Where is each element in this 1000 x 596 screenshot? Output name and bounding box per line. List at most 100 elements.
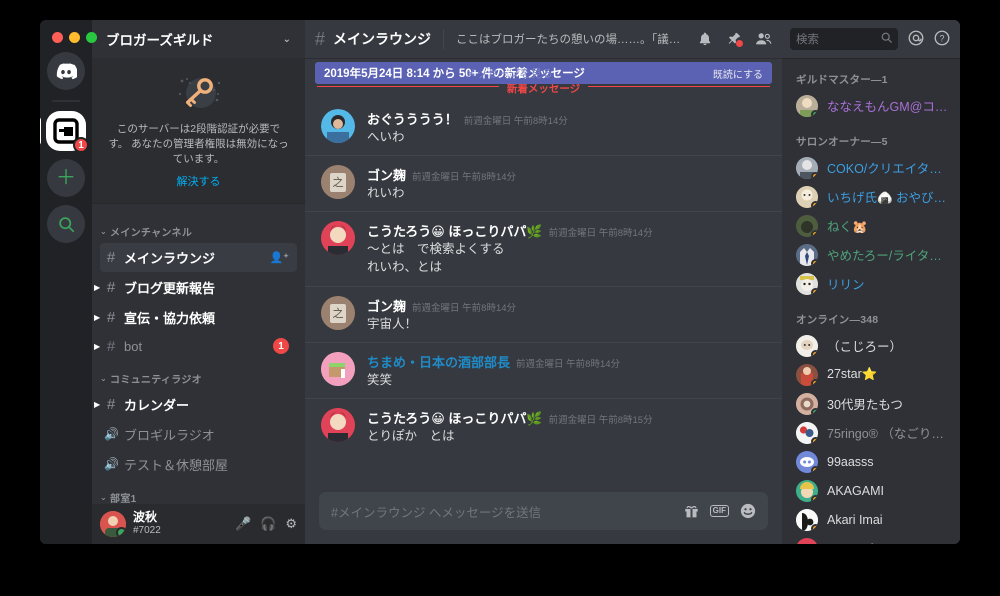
member-item[interactable]: 27star⭐ [782,360,960,389]
channel-name: bot [124,338,143,354]
close-button[interactable] [52,32,63,43]
server-icon-bloggers-guild[interactable]: 1 [40,111,89,153]
add-server-button[interactable]: ＋ [47,159,85,197]
category-label: コミュニティラジオ [110,374,202,386]
bell-icon[interactable] [697,31,713,47]
mark-as-read-button[interactable]: 既読にする [713,66,763,81]
member-item[interactable]: Amaguri [782,534,960,544]
collapse-arrow-icon: ▶ [94,399,101,409]
channel-item-main-lounge[interactable]: # メインラウンジ 👤⁺ [100,242,297,272]
channel-name: カレンダー [124,397,190,413]
svg-text:之: 之 [333,306,344,320]
member-item[interactable]: ななえもんGM@コミ… [782,91,960,120]
user-identity[interactable]: 波秋 #7022 [133,510,228,537]
mfa-required-notice: このサーバーは2段階認証が必要です。 あなたの管理者権限は無効になっています。 … [92,58,305,204]
avatar[interactable] [321,221,355,256]
message-item: ちまめ・日本の酒部部長 前週金曜日 午前8時14分 笑笑 [305,341,782,398]
minimize-button[interactable] [69,32,80,43]
emoji-icon[interactable] [740,503,756,519]
message-timestamp: 前週金曜日 午前8時14分 [412,302,517,314]
status-indicator-idle [811,378,818,386]
member-item[interactable]: リリン [782,269,960,298]
avatar [796,392,818,415]
channel-item-bot[interactable]: ▶ # bot 1 [94,333,297,360]
mfa-resolve-link[interactable]: 解決する [108,173,289,189]
headphones-icon[interactable]: 🎧 [260,516,276,532]
pin-icon[interactable] [726,31,743,47]
avatar [796,272,818,295]
username: 波秋 [133,510,158,525]
create-invite-icon[interactable]: 👤⁺ [269,251,289,264]
message-composer: #メインラウンジ へメッセージを送信 GIF [305,492,782,544]
avatar[interactable] [321,407,355,442]
channel-item-blog-updates[interactable]: ▶ # ブログ更新報告 [94,273,297,302]
message-author[interactable]: こうたろう😀 ほっこりパパ🌿 [367,221,543,240]
message-header: ゴン麹 前週金曜日 午前8時14分 [367,165,768,184]
mic-icon[interactable]: 🎤 [235,516,251,532]
message-header: こうたろう😀 ほっこりパパ🌿 前週金曜日 午前8時14分 [367,221,768,240]
members-icon[interactable] [755,31,772,47]
member-item[interactable]: 75ringo® （なごりん… [782,418,960,447]
help-icon[interactable]: ? [934,30,950,49]
mentions-icon[interactable] [908,30,924,49]
member-item[interactable]: AKAGAMI [782,476,960,505]
message-author[interactable]: ゴン麹 [367,165,406,184]
avatar[interactable]: 之 [321,165,355,200]
gift-icon[interactable] [684,504,699,519]
member-item[interactable]: やめたろー/ライター… [782,240,960,269]
member-item[interactable]: いちげ氏🍙 おやびん… [782,182,960,211]
explore-servers-button[interactable] [47,205,85,243]
member-name: 27star⭐ [827,367,878,381]
category-header-radio[interactable]: ⌄ コミュニティラジオ [92,361,305,389]
gif-icon[interactable]: GIF [709,505,729,517]
category-header-room1[interactable]: ⌄ 部室1 [92,480,305,504]
server-unread-badge: 1 [73,137,89,153]
message-author[interactable]: ちまめ・日本の酒部部長 [367,352,510,371]
search-row: 検索 ? [782,20,960,58]
avatar[interactable] [100,511,126,537]
member-item[interactable]: ねく🐹 [782,211,960,240]
member-item[interactable]: （こじろー） [782,331,960,360]
message-scroll-area[interactable]: 2019年5月24日 8:14 から 50+ 件の新着メッセージ メッセージを見… [305,58,782,492]
member-item[interactable]: 99aasss [782,447,960,476]
message-author[interactable]: おぐうううう！ [367,109,458,128]
status-indicator-idle [811,494,818,502]
maximize-button[interactable] [86,32,97,43]
message-timestamp: 前週金曜日 午前8時15分 [548,414,653,426]
channel-item-calendar[interactable]: ▶ # カレンダー [94,390,297,419]
discord-home-button[interactable] [47,52,85,90]
message-author[interactable]: ゴン麹 [367,296,406,315]
search-icon [881,32,892,46]
channel-name: 宣伝・協力依頼 [124,310,216,326]
guild-header-button[interactable]: ブロガーズギルド ⌄ [92,20,305,58]
channel-item-test-lounge[interactable]: 🔊 テスト＆休憩部屋 [100,450,297,479]
member-name: ななえもんGM@コミ… [827,100,952,114]
member-item[interactable]: COKO/クリエイター… [782,153,960,182]
avatar[interactable] [321,351,355,386]
avatar[interactable]: 之 [321,295,355,330]
channel-item-blogil-radio[interactable]: 🔊 ブロギルラジオ [100,420,297,449]
member-item[interactable]: Akari Imai [782,505,960,534]
message-header: ちまめ・日本の酒部部長 前週金曜日 午前8時14分 [367,352,768,371]
message-input[interactable]: #メインラウンジ へメッセージを送信 [331,502,673,521]
search-input[interactable]: 検索 [790,28,898,50]
traffic-light-group[interactable] [52,32,97,43]
message-timestamp: 前週金曜日 午前8時14分 [412,172,517,184]
window-traffic-lights[interactable] [52,32,97,43]
member-item[interactable]: 30代男たもつ [782,389,960,418]
compass-search-icon [58,216,74,232]
message-body: ちまめ・日本の酒部部長 前週金曜日 午前8時14分 笑笑 [367,352,768,389]
status-indicator-idle [811,436,818,444]
channel-item-promotion[interactable]: ▶ # 宣伝・協力依頼 [94,303,297,332]
member-name: Amaguri [827,542,874,545]
composer-box[interactable]: #メインラウンジ へメッセージを送信 GIF [319,492,768,530]
chat-main: # メインラウンジ ここはブロガーたちの憩いの場……。「議論」は禁止です！ 20… [305,20,782,544]
avatar[interactable] [321,109,355,143]
message-body: ゴン麹 前週金曜日 午前8時14分 れいわ [367,165,768,202]
gear-icon[interactable]: ⚙ [285,516,297,532]
caret-down-icon: ⌄ [100,226,108,236]
new-messages-bar[interactable]: 2019年5月24日 8:14 から 50+ 件の新着メッセージ メッセージを見… [315,62,772,84]
channel-list: ⌄ メインチャンネル # メインラウンジ 👤⁺ ▶ # ブログ更新報告 ▶ # … [92,204,305,504]
message-author[interactable]: こうたろう😀 ほっこりパパ🌿 [367,408,543,427]
category-header-main[interactable]: ⌄ メインチャンネル [92,214,305,242]
